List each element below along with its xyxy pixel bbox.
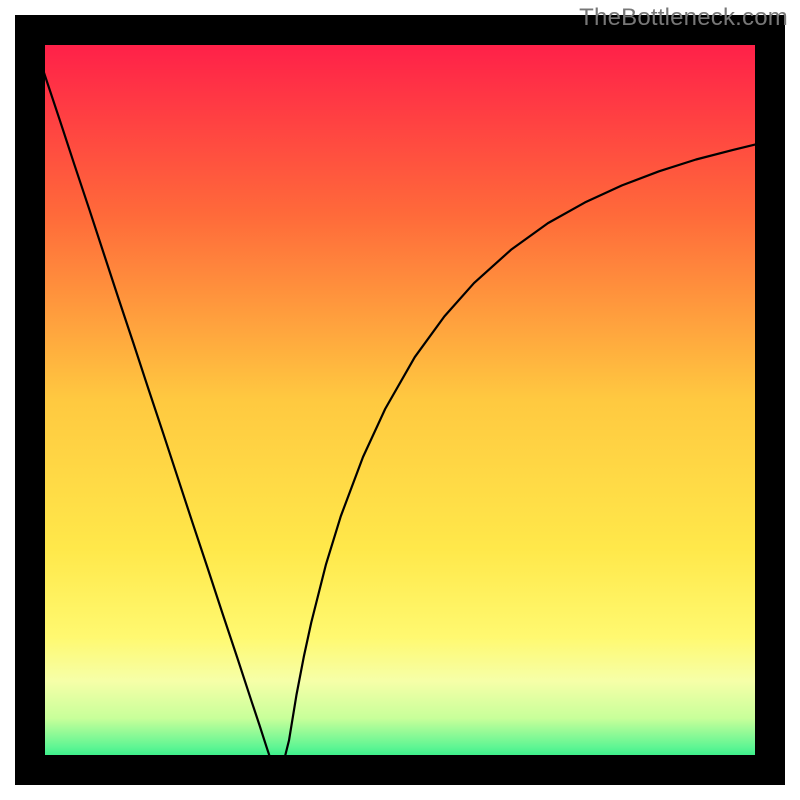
chart-container: TheBottleneck.com (0, 0, 800, 800)
watermark-text: TheBottleneck.com (579, 4, 788, 32)
bottleneck-chart (0, 0, 800, 800)
plot-background (30, 30, 770, 770)
